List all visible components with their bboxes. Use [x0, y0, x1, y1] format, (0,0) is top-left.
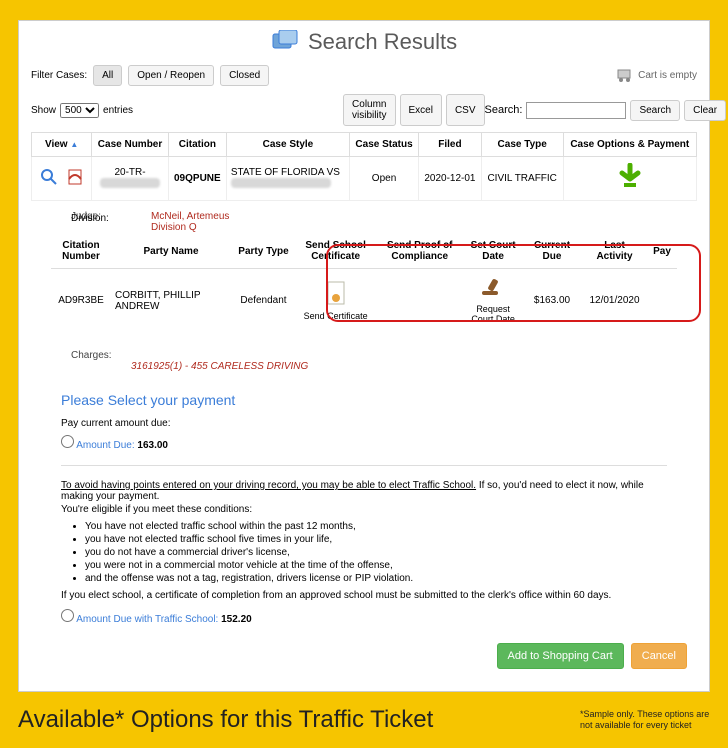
filter-label: Filter Cases: — [31, 70, 87, 81]
citation-row: AD9R3BE CORBITT, PHILLIP ANDREW Defendan… — [51, 269, 677, 333]
col-case-style[interactable]: Case Style — [226, 133, 349, 157]
citation-number: AD9R3BE — [51, 269, 111, 333]
cart-status[interactable]: Cart is empty — [616, 66, 697, 85]
sub-col-due: Current Due — [522, 234, 582, 269]
case-number-prefix: 20-TR- — [114, 167, 145, 178]
sub-col-pay: Pay — [647, 234, 677, 269]
division-label: Division: — [71, 213, 109, 224]
magnifier-icon[interactable] — [37, 177, 61, 188]
show-prefix: Show — [31, 105, 56, 116]
cancel-button[interactable]: Cancel — [631, 643, 687, 669]
current-due: $163.00 — [522, 269, 582, 333]
page-title: Search Results — [308, 29, 457, 55]
footer: Available* Options for this Traffic Tick… — [0, 700, 728, 748]
citation-table: Citation Number Party Name Party Type Se… — [51, 234, 677, 332]
info-underline: To avoid having points entered on your d… — [61, 480, 476, 491]
payment-title: Please Select your payment — [61, 392, 697, 408]
excel-button[interactable]: Excel — [400, 94, 442, 126]
filter-closed[interactable]: Closed — [220, 65, 269, 86]
show-select[interactable]: 500 — [60, 103, 99, 118]
col-status[interactable]: Case Status — [350, 133, 419, 157]
amount-due-label: Amount Due: — [76, 440, 134, 451]
condition-item: and the offense was not a tag, registrat… — [85, 573, 667, 584]
division-value: Division Q — [151, 222, 197, 233]
footer-disclaimer: *Sample only. These options are not avai… — [580, 709, 710, 731]
condition-item: You have not elected traffic school with… — [85, 521, 667, 532]
download-arrow-icon[interactable] — [616, 163, 644, 194]
search-input[interactable] — [526, 102, 626, 119]
sub-col-ptype: Party Type — [231, 234, 296, 269]
radio-amount-school[interactable] — [61, 609, 74, 622]
condition-item: you were not in a commercial motor vehic… — [85, 560, 667, 571]
last-activity: 12/01/2020 — [582, 269, 647, 333]
add-to-cart-button[interactable]: Add to Shopping Cart — [497, 643, 624, 669]
pay-current-label: Pay current amount due: — [61, 418, 667, 429]
show-suffix: entries — [103, 105, 133, 116]
amount-school-label: Amount Due with Traffic School: — [76, 614, 218, 625]
request-court-label[interactable]: Request Court Date — [468, 304, 518, 324]
csv-button[interactable]: CSV — [446, 94, 485, 126]
sub-col-citation: Citation Number — [51, 234, 111, 269]
sub-col-party: Party Name — [111, 234, 231, 269]
party-type: Defendant — [231, 269, 296, 333]
charges-label: Charges: — [71, 350, 112, 361]
footer-title: Available* Options for this Traffic Tick… — [18, 706, 580, 734]
filed-date: 2020-12-01 — [419, 157, 482, 201]
results-table: View ▲ Case Number Citation Case Style C… — [31, 132, 697, 201]
redacted — [100, 178, 160, 188]
amount-due-value: 163.00 — [137, 440, 168, 451]
case-style: STATE OF FLORIDA VS — [231, 167, 340, 178]
sub-col-court: Set Court Date — [464, 234, 522, 269]
sub-col-activity: Last Activity — [582, 234, 647, 269]
table-row: 20-TR- 09QPUNE STATE OF FLORIDA VS Open … — [32, 157, 697, 201]
citation-value: 09QPUNE — [168, 157, 226, 201]
filter-open[interactable]: Open / Reopen — [128, 65, 214, 86]
sub-col-cert: Send School Certificate — [296, 234, 375, 269]
sub-col-proof: Send Proof of Compliance — [375, 234, 464, 269]
redacted — [231, 178, 331, 188]
case-status: Open — [350, 157, 419, 201]
conditions-list: You have not elected traffic school with… — [85, 521, 667, 584]
search-label: Search: — [485, 104, 523, 116]
page-header: Search Results — [31, 29, 697, 55]
certificate-icon[interactable] — [325, 298, 347, 309]
charges-value: 3161925(1) - 455 CARELESS DRIVING — [131, 361, 308, 372]
filter-all[interactable]: All — [93, 65, 122, 86]
party-name: CORBITT, PHILLIP ANDREW — [111, 269, 231, 333]
cart-icon — [616, 66, 634, 85]
col-case-number[interactable]: Case Number — [92, 133, 169, 157]
clear-button[interactable]: Clear — [684, 100, 726, 121]
col-citation[interactable]: Citation — [168, 133, 226, 157]
amount-school-value: 152.20 — [221, 614, 252, 625]
condition-item: you have not elected traffic school five… — [85, 534, 667, 545]
gavel-icon[interactable] — [480, 291, 506, 302]
radio-amount-due[interactable] — [61, 435, 74, 448]
col-filed[interactable]: Filed — [419, 133, 482, 157]
column-visibility-button[interactable]: Column visibility — [343, 94, 395, 126]
eligible-lead: You're eligible if you meet these condit… — [61, 504, 667, 515]
condition-item: you do not have a commercial driver's li… — [85, 547, 667, 558]
case-type: CIVIL TRAFFIC — [481, 157, 563, 201]
search-results-icon — [271, 30, 299, 55]
judge-value: McNeil, Artemeus — [151, 211, 229, 222]
search-button[interactable]: Search — [630, 100, 680, 121]
elect-note: If you elect school, a certificate of co… — [61, 590, 667, 601]
col-view[interactable]: View ▲ — [32, 133, 92, 157]
send-cert-label[interactable]: Send Certificate — [300, 311, 371, 321]
pdf-icon[interactable] — [64, 177, 86, 188]
cart-text: Cart is empty — [638, 70, 697, 81]
col-options[interactable]: Case Options & Payment — [563, 133, 696, 157]
col-case-type[interactable]: Case Type — [481, 133, 563, 157]
